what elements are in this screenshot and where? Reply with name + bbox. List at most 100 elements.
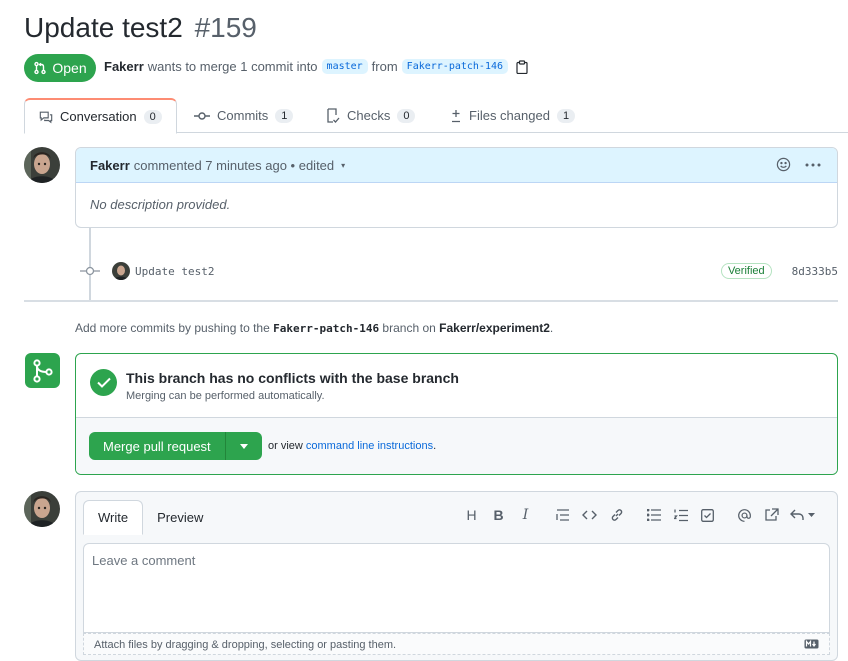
reply-icon xyxy=(789,509,804,520)
bulleted-list-button[interactable] xyxy=(640,504,667,526)
commit-sha[interactable]: 8d333b5 xyxy=(792,265,838,278)
link-button[interactable] xyxy=(603,504,630,526)
attach-files-bar[interactable]: Attach files by dragging & dropping, sel… xyxy=(83,633,830,655)
cross-reference-icon xyxy=(765,508,779,521)
bold-icon: B xyxy=(493,507,504,523)
tab-preview[interactable]: Preview xyxy=(143,500,217,534)
pr-title-text: Update test2 xyxy=(24,12,183,43)
base-branch[interactable]: master xyxy=(321,59,368,74)
task-list-icon xyxy=(701,508,714,522)
merge-button-group: Merge pull request xyxy=(89,432,262,460)
comment-box: Fakerr commented 7 minutes ago • edited … xyxy=(75,147,838,228)
tab-label: Checks xyxy=(347,108,391,123)
or-view-text: or view command line instructions. xyxy=(268,440,436,452)
edited-dropdown-icon[interactable]: ▾ xyxy=(341,161,345,170)
commit-icon xyxy=(80,266,100,276)
hint-end: . xyxy=(549,321,554,335)
comment-header: Fakerr commented 7 minutes ago • edited … xyxy=(76,148,837,183)
numbered-list-icon xyxy=(673,509,688,521)
check-circle-icon xyxy=(90,369,117,396)
task-list-button[interactable] xyxy=(694,504,721,526)
reference-button[interactable] xyxy=(758,504,785,526)
tab-files-changed[interactable]: Files changed 1 xyxy=(450,98,576,133)
comment-body: No description provided. xyxy=(90,197,231,212)
diff-icon xyxy=(452,109,460,122)
merge-status-icon xyxy=(25,353,60,388)
merge-box: This branch has no conflicts with the ba… xyxy=(75,353,838,475)
tab-counter: 1 xyxy=(275,108,294,123)
hint-repo[interactable]: Fakerr/experiment2 xyxy=(439,321,550,335)
cli-end: . xyxy=(433,440,437,452)
checklist-icon xyxy=(327,108,340,123)
tab-label: Conversation xyxy=(60,109,137,124)
state-label: Open xyxy=(52,60,87,76)
mention-button[interactable] xyxy=(731,504,758,526)
pr-number: #159 xyxy=(194,12,257,43)
merge-options-dropdown[interactable] xyxy=(225,432,262,460)
add-commits-hint: Add more commits by pushing to the Faker… xyxy=(75,321,553,335)
tab-counter: 0 xyxy=(143,109,162,124)
pr-author-link[interactable]: Fakerr xyxy=(104,59,144,74)
pr-meta: Fakerr wants to merge 1 commit into mast… xyxy=(104,59,528,74)
commit-avatar[interactable] xyxy=(112,262,130,280)
italic-icon: I xyxy=(522,507,529,523)
comment-textarea[interactable]: Leave a comment xyxy=(83,543,830,633)
merge-pull-request-button[interactable]: Merge pull request xyxy=(89,432,226,460)
tab-conversation[interactable]: Conversation 0 xyxy=(24,98,177,134)
editor-tabs: Write Preview xyxy=(83,500,217,535)
pull-request-icon xyxy=(34,61,47,75)
saved-replies-button[interactable] xyxy=(785,504,819,526)
tab-counter: 0 xyxy=(397,108,416,123)
tab-label: Files changed xyxy=(469,108,550,123)
comment-meta[interactable]: commented 7 minutes ago • edited xyxy=(134,158,334,173)
tab-checks[interactable]: Checks 0 xyxy=(326,98,416,133)
merge-status-title: This branch has no conflicts with the ba… xyxy=(126,370,459,386)
markdown-toolbar: H B I xyxy=(458,504,819,526)
avatar-image xyxy=(112,262,130,280)
markdown-icon[interactable] xyxy=(804,639,819,649)
git-merge-icon xyxy=(32,358,53,383)
caret-down-icon xyxy=(239,443,248,449)
mention-icon xyxy=(738,508,751,522)
commit-message[interactable]: Update test2 xyxy=(135,265,214,278)
command-line-link[interactable]: command line instructions xyxy=(306,440,433,452)
state-badge: Open xyxy=(24,54,96,82)
comment-author[interactable]: Fakerr xyxy=(90,158,130,173)
or-view-label: or view xyxy=(268,440,303,452)
copy-icon[interactable] xyxy=(516,59,528,74)
pr-title: Update test2 #159 xyxy=(24,12,257,44)
commit-icon xyxy=(194,111,210,120)
quote-button[interactable] xyxy=(549,504,576,526)
code-button[interactable] xyxy=(576,504,603,526)
current-user-avatar[interactable] xyxy=(24,491,60,527)
link-icon xyxy=(611,509,622,521)
tab-write[interactable]: Write xyxy=(83,500,144,535)
caret-down-icon xyxy=(807,513,815,517)
from-text: from xyxy=(371,59,398,74)
merge-text: wants to merge 1 commit into xyxy=(147,59,318,74)
code-icon xyxy=(582,510,597,520)
comment-icon xyxy=(39,111,53,123)
smiley-icon[interactable] xyxy=(776,157,791,172)
head-branch[interactable]: Fakerr-patch-146 xyxy=(401,59,508,74)
avatar[interactable] xyxy=(24,147,60,183)
pr-tabs: Conversation 0 Commits 1 Checks 0 Files … xyxy=(24,98,848,134)
italic-button[interactable]: I xyxy=(512,504,539,526)
kebab-menu-icon[interactable] xyxy=(805,163,821,167)
tab-label: Commits xyxy=(217,108,269,123)
heading-icon: H xyxy=(466,507,477,523)
timeline-divider xyxy=(24,300,838,302)
attach-files-text: Attach files by dragging & dropping, sel… xyxy=(94,639,397,651)
tab-counter: 1 xyxy=(556,108,576,123)
verified-badge[interactable]: Verified xyxy=(720,263,772,279)
tab-commits[interactable]: Commits 1 xyxy=(194,98,294,133)
bold-button[interactable]: B xyxy=(485,504,512,526)
comment-editor: Write Preview H B I Leave a comment Atta… xyxy=(75,491,838,661)
commit-row: Update test2 Verified 8d333b5 xyxy=(80,260,838,282)
heading-button[interactable]: H xyxy=(458,504,485,526)
numbered-list-button[interactable] xyxy=(667,504,694,526)
avatar-image xyxy=(24,491,60,527)
merge-status-subtitle: Merging can be performed automatically. xyxy=(126,390,325,402)
avatar-image xyxy=(24,147,60,183)
bulleted-list-icon xyxy=(646,509,661,521)
